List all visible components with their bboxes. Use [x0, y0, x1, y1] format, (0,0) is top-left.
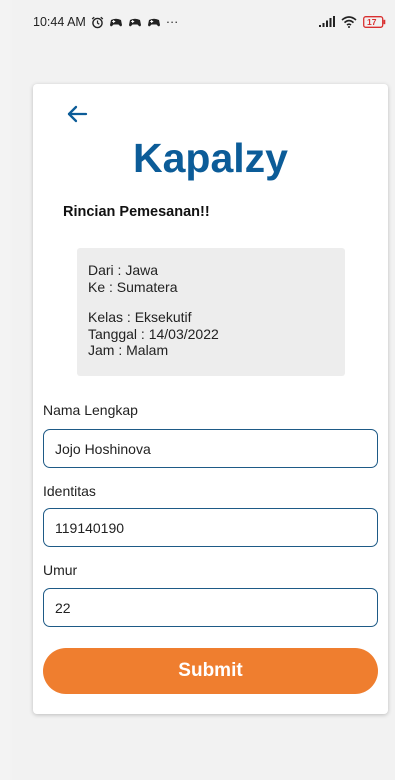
class-text: Kelas : Eksekutif	[88, 309, 192, 325]
back-button[interactable]	[63, 100, 91, 128]
background-strip	[0, 0, 12, 780]
signal-icon	[319, 16, 335, 28]
alarm-icon	[91, 16, 104, 29]
identity-label: Identitas	[43, 483, 96, 499]
status-left: 10:44 AM ···	[33, 15, 178, 29]
arrow-left-icon	[66, 105, 88, 123]
battery-icon: 17	[363, 16, 386, 28]
full-name-label: Nama Lengkap	[43, 402, 138, 418]
game-controller-icon	[128, 17, 142, 28]
brand-title: Kapalzy	[133, 135, 288, 181]
booking-card: Kapalzy Rincian Pemesanan!! Dari : Jawa …	[33, 84, 388, 714]
age-input[interactable]	[43, 588, 378, 627]
origin-text: Dari : Jawa	[88, 262, 159, 278]
status-right: 17	[319, 16, 386, 28]
identity-input[interactable]	[43, 508, 378, 547]
booking-heading: Rincian Pemesanan!!	[63, 204, 210, 220]
battery-level: 17	[367, 17, 377, 27]
time-text: Jam : Malam	[88, 342, 169, 358]
status-time: 10:44 AM	[33, 15, 86, 29]
date-text: Tanggal : 14/03/2022	[88, 325, 219, 342]
wifi-icon	[341, 16, 357, 28]
more-notifications: ···	[165, 15, 179, 29]
submit-button[interactable]: Submit	[43, 648, 378, 694]
game-controller-icon	[109, 17, 123, 28]
status-bar: 10:44 AM ··· 17	[12, 0, 395, 44]
age-label: Umur	[43, 562, 78, 578]
game-controller-icon	[147, 17, 161, 28]
summary-spacer	[88, 295, 345, 309]
booking-summary: Dari : Jawa Ke : Sumatera Kelas : Ekseku…	[77, 248, 345, 376]
full-name-input[interactable]	[43, 429, 378, 468]
phone-screen: 10:44 AM ··· 17 Kapalzy Rincian Pemesana…	[12, 0, 395, 780]
destination-text: Ke : Sumatera	[88, 278, 178, 295]
